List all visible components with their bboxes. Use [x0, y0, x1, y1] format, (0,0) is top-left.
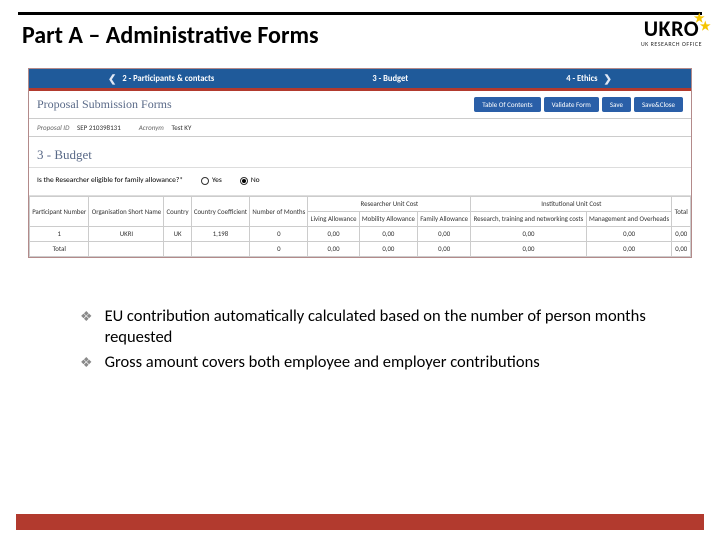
th-ruc-group: Researcher Unit Cost [308, 197, 471, 212]
th-total: Total [672, 197, 691, 227]
th-mobility: Mobility Allowance [359, 212, 417, 227]
th-pn: Participant Number [30, 197, 89, 227]
embedded-screenshot: ❮ 2 - Participants & contacts 3 - Budget… [28, 68, 692, 258]
cell-living: 0,00 [308, 227, 359, 242]
cell-coef: 1,198 [191, 227, 250, 242]
budget-table: Participant Number Organisation Short Na… [29, 196, 691, 257]
cell-total: 0,00 [672, 227, 691, 242]
section-title: 3 - Budget [29, 137, 691, 167]
forms-title: Proposal Submission Forms [37, 97, 172, 112]
cell-mobility: 0,00 [359, 227, 417, 242]
tab-label: 4 - Ethics [566, 74, 597, 84]
th-org: Organisation Short Name [89, 197, 164, 227]
cell-pn: 1 [30, 227, 89, 242]
cell-empty [191, 242, 250, 257]
tab-participants[interactable]: ❮ 2 - Participants & contacts [108, 72, 214, 85]
radio-no[interactable]: No [240, 176, 260, 185]
bullet-text: Gross amount covers both employee and em… [105, 352, 540, 373]
cell-research: 0,00 [471, 227, 586, 242]
cell-total-label: Total [30, 242, 89, 257]
radio-dot-filled-icon [240, 177, 248, 185]
tab-ethics[interactable]: 4 - Ethics ❯ [566, 72, 612, 85]
chevron-right-icon: ❯ [604, 72, 612, 85]
save-close-button[interactable]: Save&Close [634, 97, 683, 112]
page-title: Part A – Administrative Forms [18, 21, 319, 50]
diamond-bullet-icon: ❖ [80, 308, 93, 326]
table-row: 1 UKRI UK 1,198 0 0,00 0,00 0,00 0,00 0,… [30, 227, 691, 242]
table-total-row: Total 0 0,00 0,00 0,00 0,00 0,00 0,00 [30, 242, 691, 257]
wizard-tabs: ❮ 2 - Participants & contacts 3 - Budget… [29, 69, 691, 91]
cell-mgmt: 0,00 [586, 242, 672, 257]
tab-label: 2 - Participants & contacts [122, 74, 214, 84]
cell-months: 0 [250, 227, 308, 242]
family-allowance-question: Is the Researcher eligible for family al… [29, 167, 691, 196]
meta-label: Proposal ID [37, 123, 69, 132]
th-research: Research, training and networking costs [471, 212, 586, 227]
th-months: Number of Months [250, 197, 308, 227]
diamond-bullet-icon: ❖ [80, 354, 93, 372]
proposal-meta: Proposal ID SEP 210398131 Acronym Test K… [29, 118, 691, 137]
radio-dot-icon [201, 177, 209, 185]
cell-total: 0,00 [672, 242, 691, 257]
save-button[interactable]: Save [602, 97, 631, 112]
th-family: Family Allowance [418, 212, 471, 227]
cell-mobility: 0,00 [359, 242, 417, 257]
meta-value: Test KY [171, 123, 191, 132]
proposal-id: Proposal ID SEP 210398131 [37, 123, 121, 132]
bullet-list: ❖ EU contribution automatically calculat… [80, 306, 660, 373]
toc-button[interactable]: Table Of Contents [474, 97, 540, 112]
cell-mgmt: 0,00 [586, 227, 672, 242]
tab-budget[interactable]: 3 - Budget [372, 74, 408, 84]
star-icon: ★ [700, 19, 711, 34]
acronym: Acronym Test KY [139, 123, 192, 132]
meta-value: SEP 210398131 [77, 123, 121, 132]
footer-bar [16, 514, 704, 530]
list-item: ❖ Gross amount covers both employee and … [80, 352, 660, 373]
forms-header: Proposal Submission Forms Table Of Conte… [29, 91, 691, 118]
bullet-text: EU contribution automatically calculated… [105, 306, 660, 348]
logo-text: UKRO ★ ★ [644, 15, 699, 42]
radio-yes[interactable]: Yes [201, 176, 222, 185]
th-iuc-group: Institutional Unit Cost [471, 197, 672, 212]
th-living: Living Allowance [308, 212, 359, 227]
slide-header: Part A – Administrative Forms UKRO ★ ★ U… [0, 21, 720, 50]
chevron-left-icon: ❮ [108, 72, 116, 85]
th-country: Country [164, 197, 191, 227]
cell-empty [164, 242, 191, 257]
radio-label: Yes [212, 176, 222, 185]
tab-label: 3 - Budget [372, 74, 408, 84]
cell-months: 0 [250, 242, 308, 257]
radio-label: No [251, 176, 260, 185]
ukro-logo: UKRO ★ ★ UK RESEARCH OFFICE [641, 15, 702, 48]
cell-org: UKRI [89, 227, 164, 242]
cell-empty [89, 242, 164, 257]
cell-country: UK [164, 227, 191, 242]
cell-living: 0,00 [308, 242, 359, 257]
th-coef: Country Coefficient [191, 197, 250, 227]
cell-family: 0,00 [418, 227, 471, 242]
cell-research: 0,00 [471, 242, 586, 257]
cell-family: 0,00 [418, 242, 471, 257]
meta-label: Acronym [139, 123, 164, 132]
question-text: Is the Researcher eligible for family al… [37, 176, 183, 185]
logo-main-text: UKRO [644, 15, 699, 42]
th-mgmt: Management and Overheads [586, 212, 672, 227]
action-pills: Table Of Contents Validate Form Save Sav… [474, 97, 683, 112]
validate-button[interactable]: Validate Form [544, 97, 599, 112]
list-item: ❖ EU contribution automatically calculat… [80, 306, 660, 348]
top-rule [18, 12, 702, 15]
